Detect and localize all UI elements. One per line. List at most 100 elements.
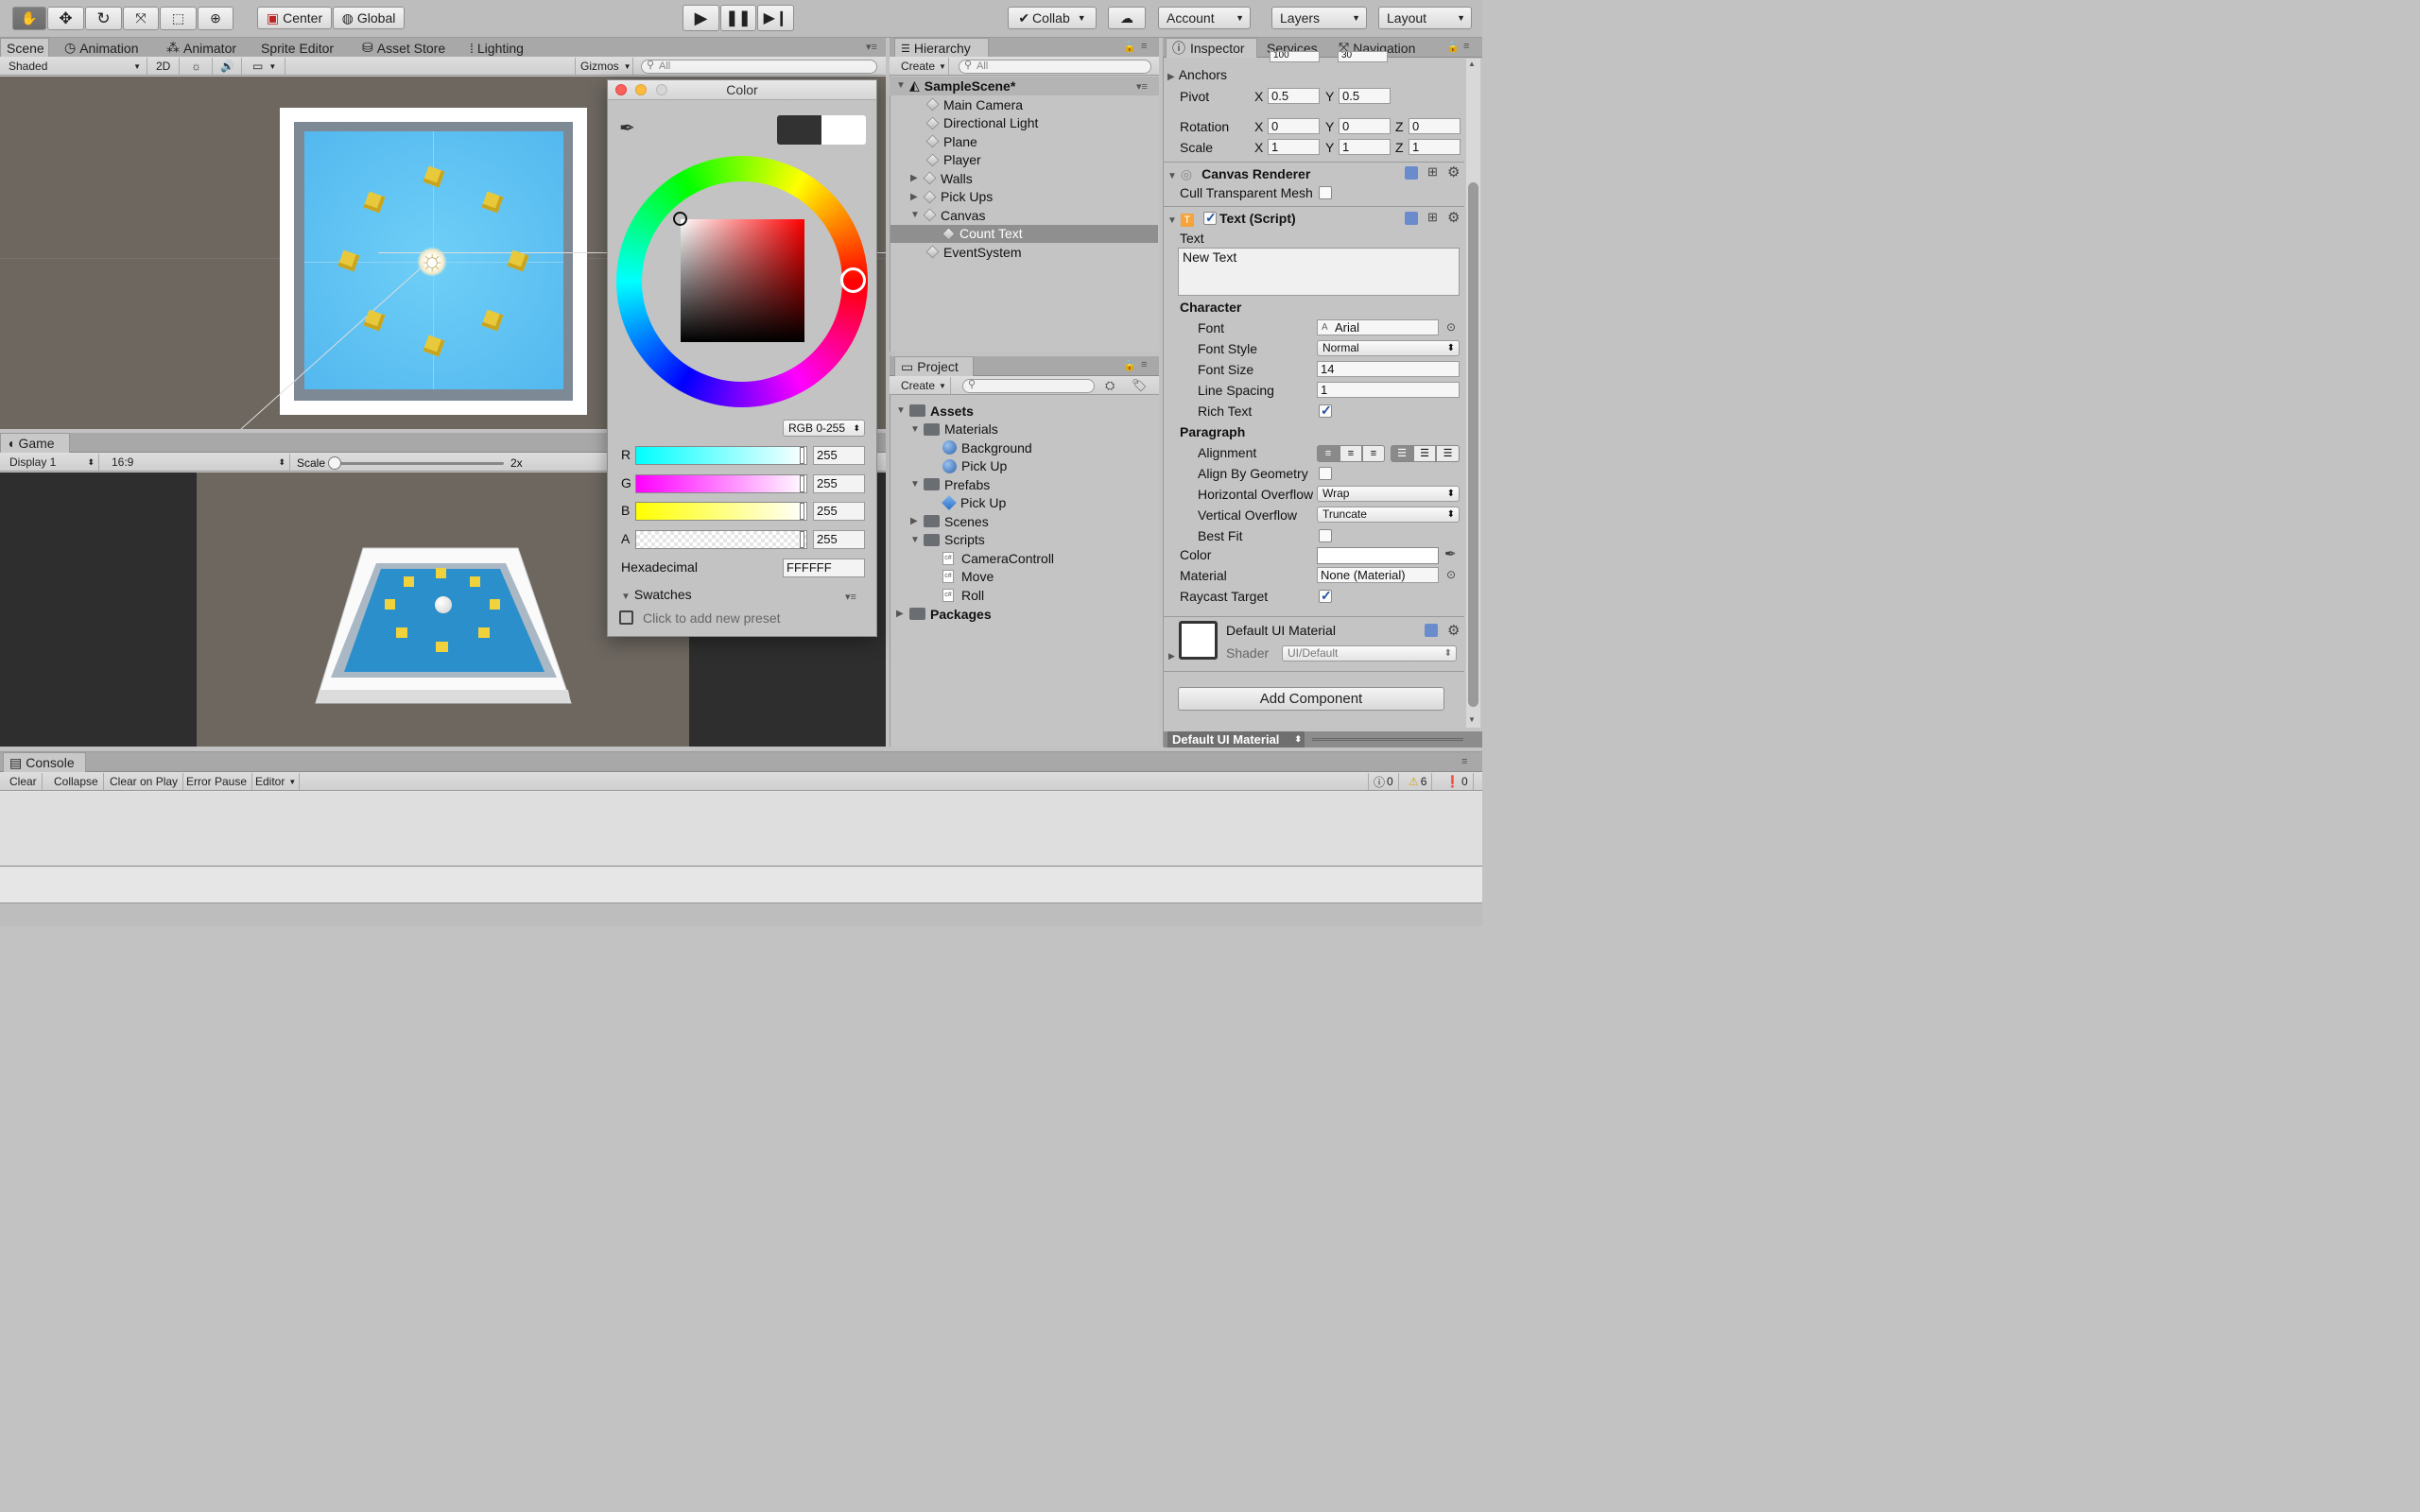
- light-toggle[interactable]: ☼: [186, 58, 213, 75]
- layers-button[interactable]: Layers ▼: [1271, 7, 1367, 29]
- hand-tool-button[interactable]: ✋: [12, 7, 46, 30]
- tab-animation[interactable]: ◷ Animation: [59, 38, 144, 58]
- sv-cursor[interactable]: [673, 212, 687, 226]
- play-button[interactable]: ▶: [683, 5, 719, 31]
- preview-resize-handle[interactable]: [1312, 738, 1463, 741]
- panel-menu-icon[interactable]: ▾≡: [866, 41, 877, 53]
- swatches-foldout[interactable]: ▼ Swatches: [621, 587, 692, 602]
- shading-dropdown[interactable]: Shaded ▼: [4, 58, 147, 75]
- line-spacing-field[interactable]: 1: [1317, 382, 1460, 398]
- scale-x-field[interactable]: 1: [1268, 139, 1320, 155]
- aspect-dropdown[interactable]: 16:9 ⬍: [107, 454, 290, 471]
- project-item-pickup-prefab[interactable]: Pick Up: [942, 494, 1006, 513]
- r-slider[interactable]: [635, 446, 807, 465]
- project-item-pickup-material[interactable]: Pick Up: [942, 457, 1007, 476]
- player-ball[interactable]: [435, 596, 452, 613]
- add-preset-hint[interactable]: Click to add new preset: [643, 610, 781, 626]
- shader-dropdown[interactable]: UI/Default: [1282, 645, 1457, 662]
- g-field[interactable]: 255: [813, 474, 865, 493]
- panel-menu-icon[interactable]: ≡: [1463, 41, 1469, 52]
- g-slider[interactable]: [635, 474, 807, 493]
- project-search-input[interactable]: [962, 379, 1095, 393]
- scale-z-field[interactable]: 1: [1409, 139, 1461, 155]
- gizmos-dropdown[interactable]: Gizmos ▼: [575, 58, 633, 75]
- console-error-toggle[interactable]: ❗ 0: [1441, 773, 1474, 790]
- project-item-materials[interactable]: ▼ Materials: [910, 421, 998, 439]
- hierarchy-item-directional-light[interactable]: Directional Light: [925, 114, 1038, 133]
- project-create-dropdown[interactable]: Create ▼: [896, 377, 951, 394]
- rich-text-checkbox[interactable]: [1319, 403, 1332, 419]
- hierarchy-item-canvas[interactable]: ▼ Canvas: [910, 206, 985, 225]
- tab-inspector[interactable]: ⓘ Inspector: [1166, 38, 1257, 58]
- console-info-toggle[interactable]: ⓘ 0: [1368, 773, 1399, 790]
- console-editor-dropdown[interactable]: Editor ▼: [251, 773, 300, 790]
- align-right-button[interactable]: ≡: [1362, 445, 1385, 462]
- scroll-up-arrow[interactable]: ▲: [1468, 60, 1476, 68]
- tab-game[interactable]: ◖ Game: [0, 433, 70, 453]
- global-button[interactable]: ◍ Global: [333, 7, 405, 29]
- pivot-center-button[interactable]: ▣ Center: [257, 7, 332, 29]
- scale-y-field[interactable]: 1: [1339, 139, 1391, 155]
- hex-field[interactable]: FFFFFF: [783, 558, 865, 577]
- align-center-button[interactable]: ≡: [1340, 445, 1362, 462]
- scene-search-input[interactable]: All: [641, 60, 877, 74]
- console-warning-toggle[interactable]: ⚠ 6: [1404, 773, 1433, 790]
- gear-icon[interactable]: ⚙: [1447, 622, 1460, 639]
- console-clear-button[interactable]: Clear: [5, 773, 43, 790]
- eyedropper-icon[interactable]: ✒: [619, 116, 635, 140]
- step-button[interactable]: ▶❙: [757, 5, 794, 31]
- hierarchy-item-pick-ups[interactable]: ▶ Pick Ups: [910, 188, 993, 207]
- rotation-x-field[interactable]: 0: [1268, 118, 1320, 134]
- project-item-scenes[interactable]: ▶ Scenes: [910, 512, 989, 531]
- console-clear-on-play-button[interactable]: Clear on Play: [105, 773, 184, 790]
- scale-slider-track[interactable]: [331, 462, 504, 465]
- gear-icon[interactable]: ⚙: [1447, 209, 1460, 226]
- project-item-prefabs[interactable]: ▼ Prefabs: [910, 475, 990, 494]
- panel-menu-icon[interactable]: ≡: [1461, 756, 1467, 767]
- color-mode-dropdown[interactable]: RGB 0-255 ⬍: [783, 420, 865, 437]
- saturation-value-square[interactable]: [681, 219, 804, 342]
- hierarchy-item-walls[interactable]: ▶ Walls: [910, 169, 973, 188]
- project-item-background[interactable]: Background: [942, 438, 1032, 457]
- project-item-scripts[interactable]: ▼ Scripts: [910, 531, 985, 550]
- collab-button[interactable]: ✔ Collab ▼: [1008, 7, 1097, 29]
- eyedropper-icon[interactable]: ✒: [1444, 545, 1457, 562]
- b-field[interactable]: 255: [813, 502, 865, 521]
- lock-icon[interactable]: 🔒: [1123, 359, 1136, 371]
- project-item-move[interactable]: c# Move: [942, 568, 994, 587]
- font-field[interactable]: Arial: [1317, 319, 1439, 335]
- lock-icon[interactable]: 🔒: [1446, 41, 1460, 53]
- panel-menu-icon[interactable]: ≡: [1141, 41, 1147, 52]
- a-slider[interactable]: [635, 530, 807, 549]
- tab-animator[interactable]: ⁂ Animator: [161, 38, 242, 58]
- text-script-header[interactable]: ▼ T: [1167, 211, 1198, 227]
- best-fit-checkbox[interactable]: [1319, 529, 1332, 542]
- triangle-right-icon[interactable]: ▶: [1168, 651, 1175, 662]
- align-bottom-button[interactable]: ☰: [1436, 445, 1460, 462]
- object-picker-icon[interactable]: ⊙: [1446, 320, 1456, 334]
- tab-sprite-editor[interactable]: Sprite Editor: [255, 38, 339, 58]
- move-tool-button[interactable]: ✥: [47, 7, 84, 30]
- preview-header-dropdown[interactable]: Default UI Material ⬍: [1167, 731, 1305, 747]
- gear-icon[interactable]: ⚙: [1447, 163, 1460, 180]
- filter-label-icon[interactable]: 🏷: [1132, 378, 1148, 393]
- hierarchy-create-dropdown[interactable]: Create ▼: [896, 58, 949, 75]
- h-overflow-dropdown[interactable]: Wrap: [1317, 486, 1460, 502]
- cloud-button[interactable]: ☁: [1108, 7, 1146, 29]
- project-item-cameracontroll[interactable]: c# CameraControll: [942, 549, 1054, 568]
- tab-scene[interactable]: Scene: [0, 38, 49, 58]
- color-field[interactable]: [1317, 547, 1439, 564]
- hierarchy-item-player[interactable]: Player: [925, 151, 981, 170]
- pivot-x-field[interactable]: 0.5: [1268, 88, 1320, 104]
- hierarchy-item-main-camera[interactable]: Main Camera: [925, 95, 1023, 114]
- 2d-toggle[interactable]: 2D: [151, 58, 180, 75]
- height-field[interactable]: 30: [1338, 51, 1388, 62]
- hue-cursor[interactable]: [840, 267, 866, 293]
- align-left-button[interactable]: ≡: [1317, 445, 1340, 462]
- anchors-foldout[interactable]: ▶ Anchors: [1167, 67, 1227, 82]
- v-overflow-dropdown[interactable]: Truncate: [1317, 507, 1460, 523]
- transform-tool-button[interactable]: ⊕: [198, 7, 233, 30]
- panel-menu-icon[interactable]: ≡: [1141, 359, 1147, 370]
- hierarchy-search-input[interactable]: All: [959, 60, 1151, 74]
- color-picker-window[interactable]: Color ✒ RGB 0-255 ⬍ R 255 G 255 B 255 A 2…: [607, 79, 877, 637]
